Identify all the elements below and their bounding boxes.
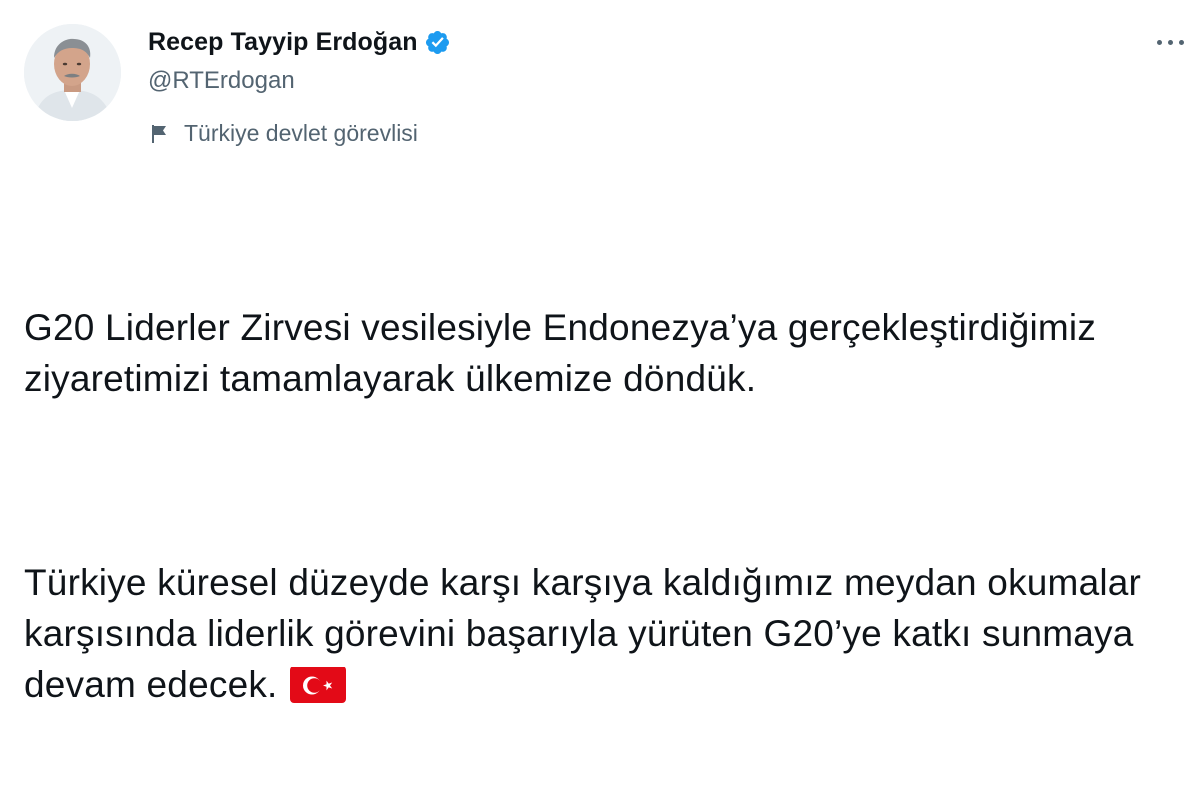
account-label-text: Türkiye devlet görevlisi [184,120,418,146]
tweet-paragraph: G20 Liderler Zirvesi vesilesiyle Endonez… [24,307,1107,399]
flag-icon [148,122,172,146]
tweet-paragraph-2: Türkiye küresel düzeyde karşı karşıya ka… [24,557,1184,710]
more-horizontal-icon-dot [1178,39,1184,45]
avatar[interactable] [24,24,121,121]
name-row: Recep Tayyip Erdoğan [148,27,451,57]
author-display-name[interactable]: Recep Tayyip Erdoğan [148,28,418,57]
more-horizontal-icon-dot [1167,39,1173,45]
avatar-image [24,24,121,121]
tweet-text: G20 Liderler Zirvesi vesilesiyle Endonez… [24,200,1184,812]
verified-badge-icon [424,29,451,56]
tweet-paragraph-text: Türkiye küresel düzeyde karşı karşıya ka… [24,562,1152,705]
turkey-flag-emoji-icon [289,666,346,703]
author-handle[interactable]: @RTErdogan [148,67,451,95]
account-label: Türkiye devlet görevlisi [148,120,418,147]
more-horizontal-icon [1156,39,1162,45]
more-options-button[interactable] [1150,30,1190,54]
tweet-card: Recep Tayyip Erdoğan @RTErdogan Türkiye … [0,0,1200,705]
tweet-header: Recep Tayyip Erdoğan @RTErdogan [148,27,451,95]
